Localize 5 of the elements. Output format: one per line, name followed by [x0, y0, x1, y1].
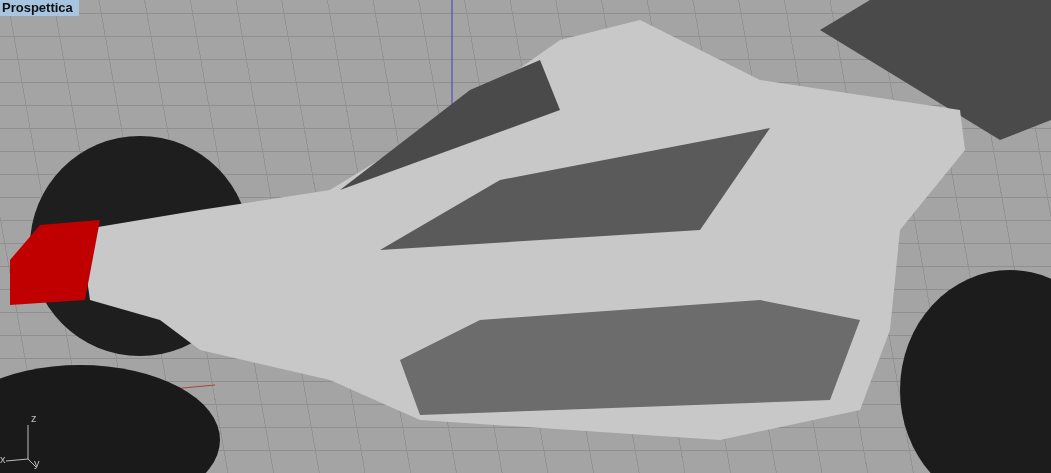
- viewport-title[interactable]: Prospettica: [0, 0, 79, 16]
- 3d-viewport[interactable]: Prospettica z x y: [0, 0, 1051, 473]
- axis-label: y: [34, 458, 40, 469]
- axis-label: z: [31, 413, 37, 424]
- axis-label: x: [0, 454, 6, 465]
